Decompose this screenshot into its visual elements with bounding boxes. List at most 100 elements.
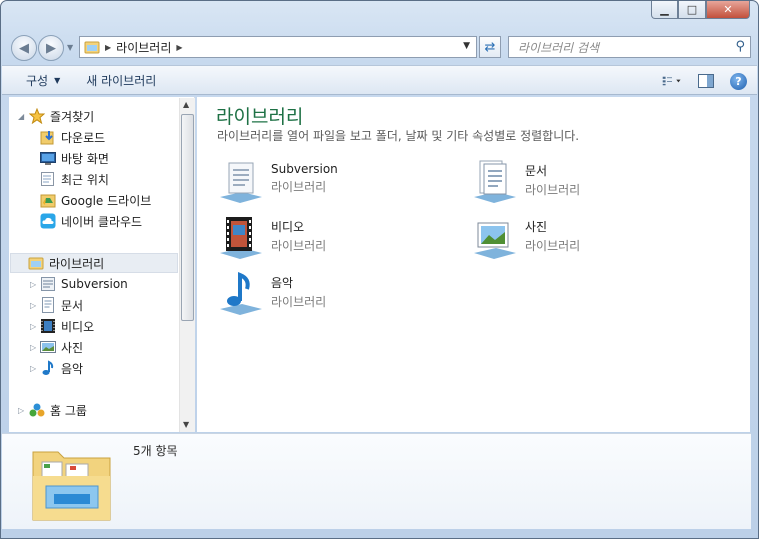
tile-type: 라이브러리 (271, 295, 327, 309)
view-options-icon (662, 76, 681, 86)
naver-cloud-icon (40, 213, 56, 229)
library-tile-videos[interactable]: 비디오라이브러리 (216, 215, 326, 261)
sidebar-item-documents[interactable]: 문서 (40, 295, 83, 315)
sidebar-item-label: 문서 (61, 298, 84, 313)
sidebar-item-label: Subversion (61, 277, 128, 291)
address-dropdown-icon[interactable]: ▼ (463, 41, 470, 51)
collapse-favorites-icon[interactable]: ◢ (18, 112, 24, 121)
refresh-icon: ⇄ (484, 39, 496, 55)
tile-type: 라이브러리 (525, 183, 581, 197)
scroll-up-icon[interactable]: ▲ (183, 100, 189, 109)
breadcrumb-libraries[interactable]: 라이브러리 (116, 39, 171, 56)
libraries-label: 라이브러리 (49, 256, 105, 271)
tile-name: 음악 (271, 276, 294, 290)
breadcrumb-separator-icon[interactable]: ▶ (176, 43, 182, 52)
explorer-window: ▁ □ ✕ ◀ ▶ ▼ ▶ 라이브러리 ▶ ▼ ⇄ 라이브러리 검색 ⚲ 구성 … (0, 0, 759, 539)
sidebar-item-homegroup[interactable]: 홈 그룹 (29, 400, 87, 420)
sidebar-item-subversion[interactable]: Subversion (40, 274, 128, 294)
content-pane: 라이브러리 라이브러리를 열어 파일을 보고 폴더, 날짜 및 기타 속성별로 … (197, 97, 750, 432)
sidebar-item-label: 최근 위치 (61, 172, 109, 187)
sidebar-item-label: 네이버 클라우드 (61, 214, 143, 229)
sidebar-item-label: Google 드라이브 (61, 193, 152, 208)
search-icon[interactable]: ⚲ (735, 39, 745, 54)
forward-button[interactable]: ▶ (38, 35, 64, 61)
documents-icon (42, 297, 54, 313)
music-note-icon (42, 360, 54, 375)
close-button[interactable]: ✕ (706, 1, 750, 19)
favorites-label: 즐겨찾기 (50, 109, 95, 124)
library-tile-documents[interactable]: 문서라이브러리 (470, 159, 580, 205)
library-tile-pictures[interactable]: 사진라이브러리 (470, 215, 580, 261)
page-title: 라이브러리 (216, 106, 304, 128)
sidebar-item-label: 사진 (61, 340, 84, 355)
downloads-folder-icon (40, 131, 54, 145)
expand-icon[interactable]: ▷ (30, 301, 36, 310)
command-bar-right: ? (662, 71, 747, 91)
library-tile-music[interactable]: 음악라이브러리 (216, 271, 326, 317)
sidebar-item-music[interactable]: 음악 (40, 358, 83, 378)
google-drive-icon (40, 194, 56, 208)
minimize-button[interactable]: ▁ (651, 1, 678, 19)
desktop-icon (40, 152, 56, 165)
view-options-button[interactable] (662, 71, 682, 91)
tile-name: 사진 (525, 220, 548, 234)
recent-places-icon (41, 172, 54, 186)
documents-library-icon (474, 160, 516, 203)
expand-homegroup-icon[interactable]: ▷ (18, 406, 24, 415)
sidebar-item-recent-places[interactable]: 최근 위치 (40, 169, 109, 189)
command-bar: 구성 ▼ 새 라이브러리 ? (2, 65, 757, 95)
subversion-icon (41, 277, 55, 291)
sidebar-item-google-drive[interactable]: Google 드라이브 (40, 190, 151, 210)
recent-pages-dropdown[interactable]: ▼ (67, 43, 73, 52)
back-button[interactable]: ◀ (11, 35, 37, 61)
pictures-library-icon (474, 222, 516, 259)
tile-type: 라이브러리 (271, 180, 327, 194)
sidebar-item-desktop[interactable]: 바탕 화면 (40, 148, 109, 168)
expand-icon[interactable]: ▷ (30, 280, 36, 289)
preview-pane-button[interactable] (696, 71, 716, 91)
navigation-pane: ◢ 즐겨찾기 다운로드 바탕 화면 최근 위치 Google 드라이브 네이버 … (9, 97, 195, 432)
sidebar-item-naver-cloud[interactable]: 네이버 클라우드 (40, 211, 142, 231)
sidebar-item-pictures[interactable]: 사진 (40, 337, 83, 357)
breadcrumb-separator-icon[interactable]: ▶ (105, 43, 111, 52)
sidebar-item-libraries[interactable]: 라이브러리 (10, 253, 178, 273)
tile-name: Subversion (271, 162, 338, 176)
music-library-icon (220, 272, 262, 315)
maximize-button[interactable]: □ (678, 1, 706, 19)
address-bar[interactable]: ▶ 라이브러리 ▶ ▼ (79, 36, 477, 58)
tile-name: 문서 (525, 164, 548, 178)
picture-icon (40, 341, 56, 353)
homegroup-label: 홈 그룹 (50, 403, 87, 418)
sidebar-item-downloads[interactable]: 다운로드 (40, 127, 105, 147)
address-row: ◀ ▶ ▼ ▶ 라이브러리 ▶ ▼ ⇄ 라이브러리 검색 ⚲ (1, 31, 758, 63)
tile-type: 라이브러리 (525, 239, 581, 253)
expand-icon[interactable]: ▷ (30, 322, 36, 331)
sidebar-item-label: 음악 (61, 361, 84, 376)
library-tile-subversion[interactable]: Subversion 라이브러리 (216, 159, 338, 205)
videos-library-icon (220, 217, 262, 259)
tile-type: 라이브러리 (271, 239, 327, 253)
sidebar-item-videos[interactable]: 비디오 (40, 316, 94, 336)
expand-icon[interactable]: ▷ (30, 364, 36, 373)
organize-button[interactable]: 구성 ▼ (2, 66, 73, 94)
new-library-button[interactable]: 새 라이브러리 (73, 66, 169, 94)
library-folder-icon (28, 257, 44, 270)
refresh-button[interactable]: ⇄ (479, 36, 501, 58)
sidebar-item-favorites[interactable]: 즐겨찾기 (29, 106, 94, 126)
tile-name: 비디오 (271, 220, 305, 234)
film-icon (41, 319, 55, 333)
expand-icon[interactable]: ▷ (30, 343, 36, 352)
search-input[interactable]: 라이브러리 검색 ⚲ (508, 36, 751, 58)
sidebar-item-label: 다운로드 (61, 130, 106, 145)
search-placeholder: 라이브러리 검색 (518, 40, 600, 55)
scrollbar-thumb[interactable] (181, 114, 194, 321)
chevron-down-icon: ▼ (54, 75, 61, 85)
scroll-down-icon[interactable]: ▼ (183, 420, 189, 429)
sidebar-item-label: 비디오 (61, 319, 95, 334)
page-subtitle: 라이브러리를 열어 파일을 보고 폴더, 날짜 및 기타 속성별로 정렬합니다. (217, 129, 580, 143)
star-icon (29, 108, 45, 124)
help-icon[interactable]: ? (730, 72, 747, 90)
navigation-scrollbar[interactable]: ▲ ▼ (179, 98, 195, 432)
sidebar-item-label: 바탕 화면 (61, 151, 109, 166)
details-pane: 5개 항목 (2, 433, 751, 529)
